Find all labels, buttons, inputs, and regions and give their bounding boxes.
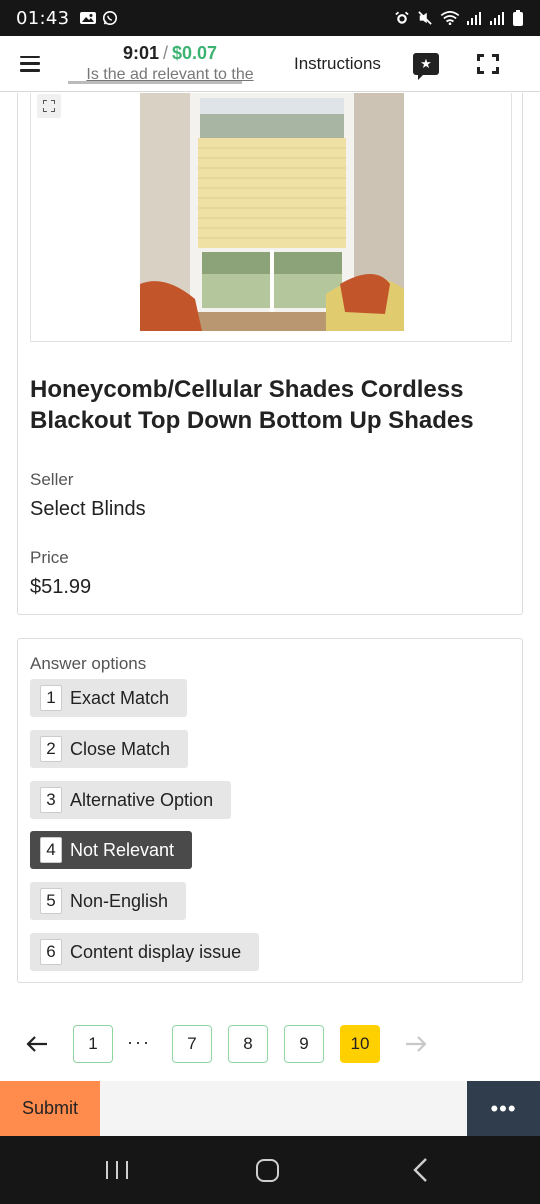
star-message-icon[interactable]: ★	[412, 52, 439, 80]
option-hotkey: 2	[40, 736, 62, 762]
battery-icon	[513, 10, 523, 26]
page-button-9[interactable]: 9	[284, 1025, 324, 1063]
page-button-8[interactable]: 8	[228, 1025, 268, 1063]
answer-option-non-english[interactable]: 5 Non-English	[30, 882, 187, 920]
wifi-icon	[440, 11, 460, 25]
option-hotkey: 5	[40, 888, 62, 914]
product-image[interactable]	[140, 93, 404, 331]
arrow-right-icon	[396, 1024, 436, 1064]
option-label: Close Match	[70, 738, 171, 759]
product-card: Honeycomb/Cellular Shades Cordless Black…	[17, 93, 523, 615]
page-button-10-current[interactable]: 10	[340, 1025, 380, 1063]
hamburger-icon	[20, 55, 40, 72]
task-header: 9:01/$0.07 Is the ad relevant to the Ins…	[0, 36, 540, 92]
back-icon[interactable]	[410, 1156, 432, 1184]
answer-options-title: Answer options	[30, 654, 147, 673]
page-button-7[interactable]: 7	[172, 1025, 212, 1063]
product-image-box	[30, 93, 512, 342]
seller-label: Seller	[30, 470, 74, 489]
mute-icon	[418, 11, 432, 25]
gallery-icon	[80, 12, 97, 24]
answer-option-not-relevant[interactable]: 4 Not Relevant	[30, 831, 193, 869]
option-label: Content display issue	[70, 941, 242, 962]
option-hotkey: 6	[40, 939, 62, 965]
task-question-link[interactable]: Is the ad relevant to the	[60, 66, 280, 84]
seller-value: Select Blinds	[30, 498, 146, 520]
page-button-1[interactable]: 1	[73, 1025, 113, 1063]
option-label: Exact Match	[70, 687, 170, 708]
answer-option-alternative-option[interactable]: 3 Alternative Option	[30, 781, 232, 819]
task-content: Honeycomb/Cellular Shades Cordless Black…	[0, 93, 540, 988]
answer-option-content-display-issue[interactable]: 6 Content display issue	[30, 933, 260, 971]
recents-icon[interactable]	[106, 1161, 128, 1179]
price-value: $51.99	[30, 576, 92, 598]
page-ellipsis: ···	[127, 1032, 151, 1052]
answer-option-exact-match[interactable]: 1 Exact Match	[30, 679, 188, 717]
whatsapp-icon	[103, 10, 118, 26]
product-title: Honeycomb/Cellular Shades Cordless Black…	[30, 376, 474, 434]
home-icon[interactable]	[256, 1159, 279, 1182]
task-reward: $0.07	[172, 43, 218, 63]
option-hotkey: 4	[40, 837, 62, 863]
instructions-button[interactable]: Instructions	[294, 54, 381, 74]
submit-button[interactable]: Submit	[0, 1081, 100, 1136]
more-options-button[interactable]: •••	[467, 1081, 540, 1136]
menu-button[interactable]	[0, 36, 60, 92]
pagination: 1 ··· 7 8 9 10	[0, 1024, 540, 1066]
option-hotkey: 3	[40, 787, 62, 813]
status-time: 01:43	[16, 7, 70, 29]
signal-icon	[467, 12, 481, 25]
alarm-icon	[395, 11, 409, 24]
task-timer: 9:01	[122, 43, 159, 63]
answer-option-close-match[interactable]: 2 Close Match	[30, 730, 189, 768]
option-label: Alternative Option	[70, 789, 214, 810]
answer-options-card: Answer options 1 Exact Match 2 Close Mat…	[17, 638, 523, 983]
task-info: 9:01/$0.07 Is the ad relevant to the	[60, 43, 280, 84]
option-hotkey: 1	[40, 685, 62, 711]
option-label: Not Relevant	[70, 839, 175, 860]
system-nav-bar	[0, 1136, 540, 1204]
status-bar: 01:43	[0, 0, 540, 36]
expand-image-icon[interactable]	[37, 94, 61, 118]
action-bar: Submit •••	[0, 1081, 540, 1136]
separator: /	[162, 43, 168, 63]
arrow-left-icon[interactable]	[17, 1024, 57, 1064]
signal-icon	[490, 12, 504, 25]
price-label: Price	[30, 548, 69, 567]
option-label: Non-English	[70, 890, 169, 911]
fullscreen-icon[interactable]	[476, 53, 499, 74]
